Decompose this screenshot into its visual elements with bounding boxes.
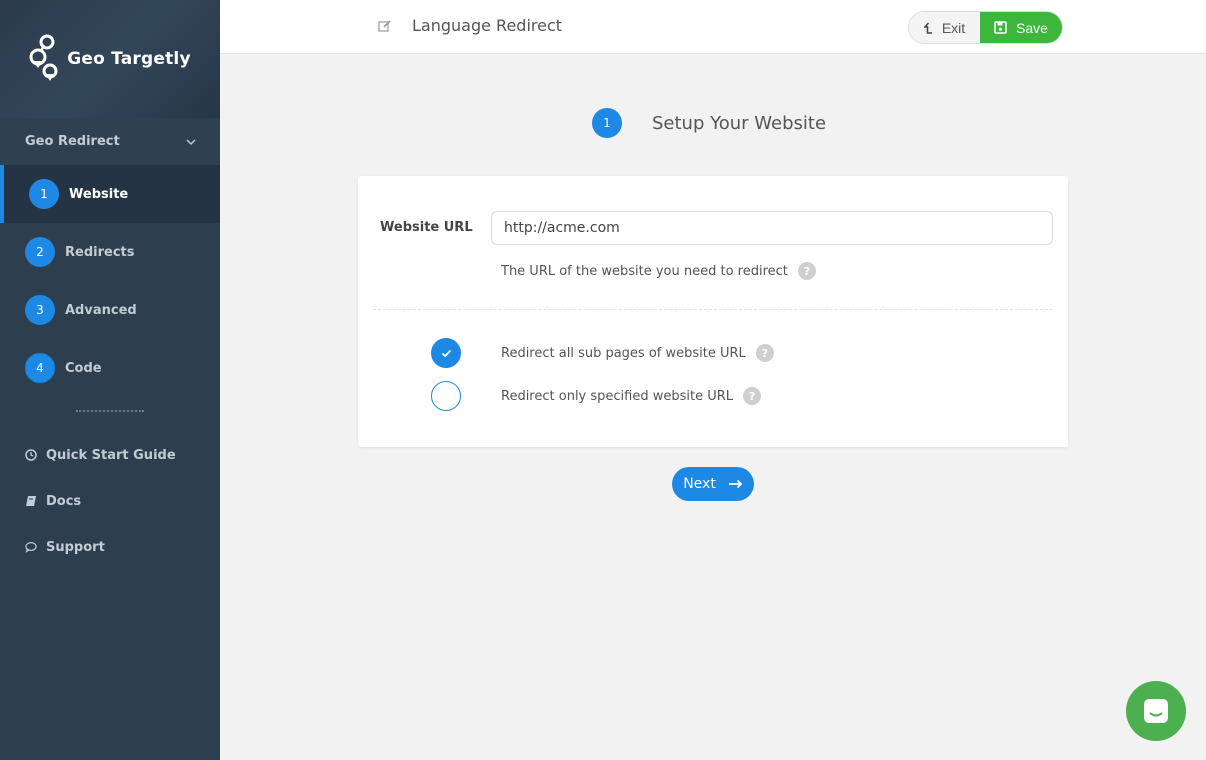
top-bar: Language Redirect Exit Save [220, 0, 1206, 54]
sidebar-divider [76, 410, 144, 412]
step-number: 4 [25, 353, 55, 383]
brand[interactable]: Geo Targetly [0, 0, 220, 118]
clock-icon [25, 449, 37, 461]
next-label: Next [683, 476, 716, 492]
help-icon[interactable]: ? [755, 344, 774, 362]
floppy-disk-icon [994, 21, 1007, 34]
help-icon[interactable]: ? [797, 262, 816, 280]
link-label: Quick Start Guide [46, 447, 176, 463]
check-icon [441, 349, 451, 357]
brand-name: Geo Targetly [67, 49, 191, 69]
sidebar-step-advanced[interactable]: 3 Advanced [0, 281, 220, 339]
group-label: Geo Redirect [25, 134, 120, 149]
chat-widget-button[interactable] [1126, 681, 1186, 741]
link-label: Docs [46, 493, 82, 509]
help-icon[interactable]: ? [743, 387, 762, 405]
logo-icon [29, 34, 58, 81]
sidebar-link-docs[interactable]: Docs [0, 478, 220, 524]
header-actions: Exit Save [908, 11, 1063, 44]
website-url-help: The URL of the website you need to redir… [501, 262, 816, 280]
link-label: Support [46, 539, 105, 555]
website-settings-card: Website URL The URL of the website you n… [358, 176, 1068, 447]
help-text: The URL of the website you need to redir… [501, 263, 788, 279]
save-label: Save [1016, 19, 1048, 36]
page-title-text[interactable]: Language Redirect [412, 16, 562, 35]
step-number: 3 [25, 295, 55, 325]
option-specified-url-only[interactable]: Redirect only specified website URL ? [431, 381, 762, 411]
option-label: Redirect all sub pages of website URL ? [501, 344, 774, 362]
step-label: Advanced [65, 302, 137, 318]
step-label: Website [69, 186, 129, 202]
chat-icon [1144, 699, 1168, 723]
geo-redirect-group[interactable]: Geo Redirect [0, 118, 220, 165]
exit-button[interactable]: Exit [909, 12, 980, 43]
chat-bubble-icon [25, 541, 37, 553]
step-number: 1 [29, 179, 59, 209]
website-url-input[interactable] [491, 211, 1053, 245]
website-url-label: Website URL [380, 220, 473, 235]
step-label: Redirects [65, 244, 135, 260]
arrow-right-icon [728, 479, 743, 489]
radio-unchecked[interactable] [431, 381, 461, 411]
sidebar-link-quick-start-guide[interactable]: Quick Start Guide [0, 432, 220, 478]
step-header: 1 Setup Your Website [592, 108, 826, 138]
step-number: 1 [592, 108, 622, 138]
chevron-down-icon [186, 139, 196, 145]
book-icon [25, 495, 37, 507]
page-title: Language Redirect [378, 16, 562, 35]
sidebar-step-redirects[interactable]: 2 Redirects [0, 223, 220, 281]
sidebar-step-website[interactable]: 1 Website [0, 165, 220, 223]
exit-arrow-icon [923, 21, 932, 34]
step-number: 2 [25, 237, 55, 267]
option-label: Redirect only specified website URL ? [501, 387, 762, 405]
divider [373, 309, 1053, 310]
exit-label: Exit [941, 19, 966, 36]
option-all-sub-pages[interactable]: Redirect all sub pages of website URL ? [431, 338, 774, 368]
step-label: Code [65, 360, 102, 376]
sidebar-step-code[interactable]: 4 Code [0, 339, 220, 397]
option-label-text: Redirect all sub pages of website URL [501, 345, 746, 361]
sidebar: Geo Targetly Geo Redirect 1 Website 2 Re… [0, 0, 220, 760]
edit-icon[interactable] [378, 19, 392, 33]
option-label-text: Redirect only specified website URL [501, 388, 734, 404]
radio-checked[interactable] [431, 338, 461, 368]
sidebar-link-support[interactable]: Support [0, 524, 220, 570]
save-button[interactable]: Save [980, 12, 1062, 43]
step-title: Setup Your Website [652, 112, 827, 134]
next-button[interactable]: Next [672, 467, 754, 501]
